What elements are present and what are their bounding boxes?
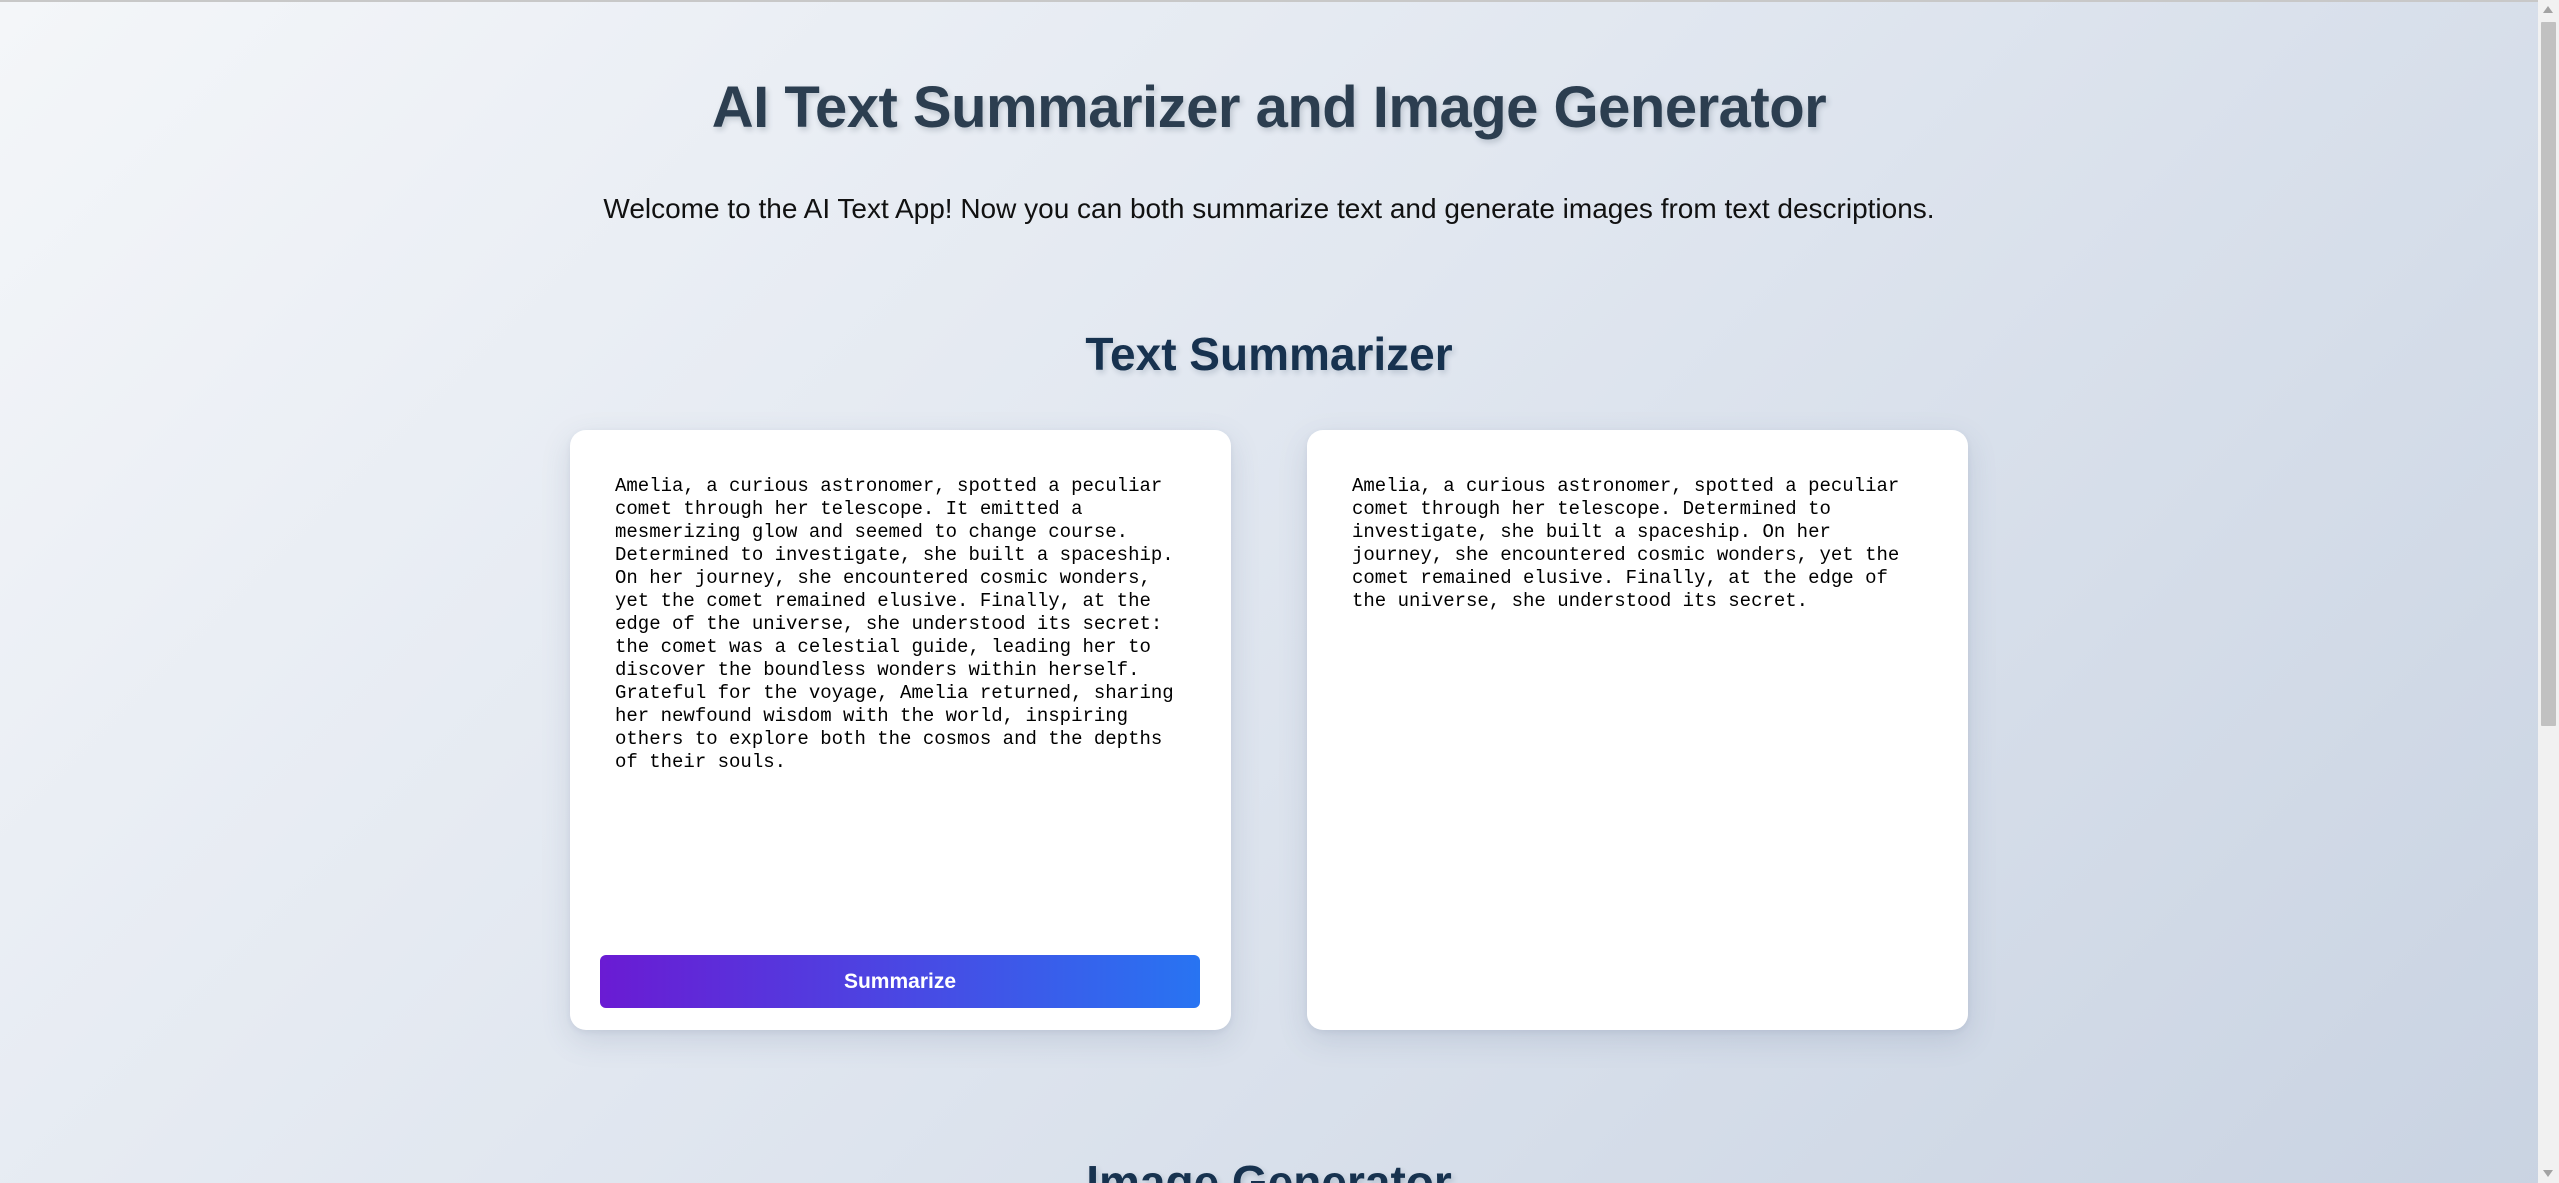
welcome-text: Welcome to the AI Text App! Now you can … — [603, 193, 1935, 224]
summary-output-textarea[interactable]: Amelia, a curious astronomer, spotted a … — [1352, 475, 1923, 985]
summarizer-input-card: Amelia, a curious astronomer, spotted a … — [570, 430, 1231, 1030]
scroll-down-arrow-icon[interactable] — [2543, 1170, 2553, 1177]
page-content: AI Text Summarizer and Image Generator W… — [0, 0, 2538, 1183]
vertical-scrollbar[interactable] — [2538, 0, 2559, 1183]
summarizer-section-title: Text Summarizer — [1085, 328, 1453, 380]
scroll-up-arrow-icon[interactable] — [2543, 6, 2553, 13]
scrollbar-thumb[interactable] — [2541, 22, 2556, 726]
page-title: AI Text Summarizer and Image Generator — [711, 75, 1827, 140]
summarizer-input-textarea[interactable]: Amelia, a curious astronomer, spotted a … — [615, 475, 1186, 945]
image-generator-section-title: Image Generator — [1086, 1156, 1452, 1183]
summarize-button[interactable]: Summarize — [600, 955, 1200, 1008]
summarizer-output-card: Amelia, a curious astronomer, spotted a … — [1307, 430, 1968, 1030]
